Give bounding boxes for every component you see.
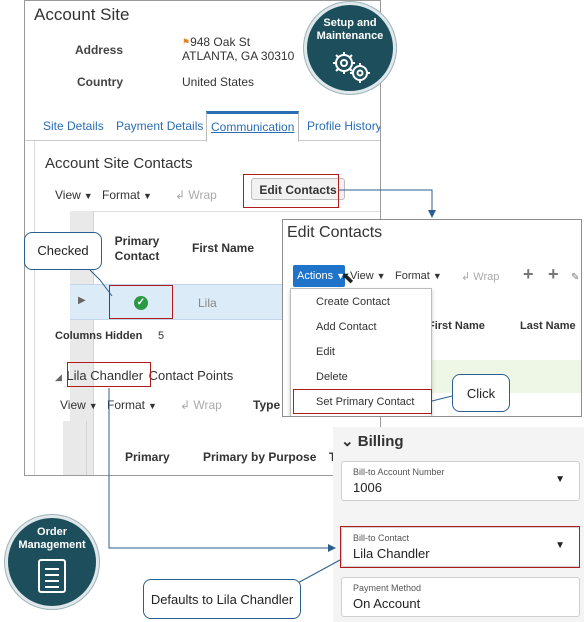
order-management-badge: Order Management bbox=[5, 515, 99, 609]
gears-icon bbox=[333, 52, 370, 83]
setup-maintenance-label: Setup and Maintenance bbox=[316, 17, 384, 42]
setup-maintenance-badge: Setup and Maintenance bbox=[304, 2, 396, 94]
document-icon bbox=[38, 559, 66, 593]
click-callout: Click bbox=[452, 374, 510, 412]
checked-callout: Checked bbox=[24, 232, 102, 270]
order-management-label: Order Management bbox=[18, 526, 86, 551]
defaults-callout: Defaults to Lila Chandler bbox=[143, 579, 301, 619]
